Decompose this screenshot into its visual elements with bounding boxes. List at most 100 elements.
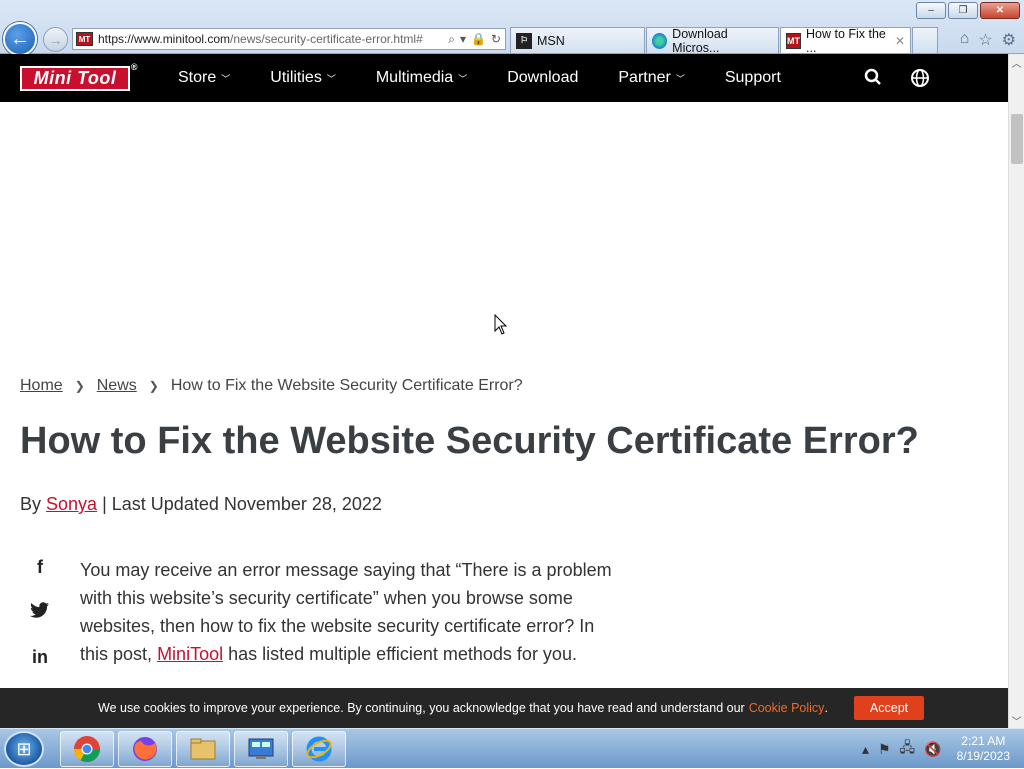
forward-arrow-icon: → — [48, 31, 63, 48]
refresh-icon[interactable]: ↻ — [491, 32, 501, 47]
address-bar[interactable]: MT https://www.minitool.com/news/securit… — [72, 28, 506, 50]
minitool-favicon-icon: MT — [76, 32, 93, 46]
menu-partner[interactable]: Partner ﹀ — [618, 69, 684, 87]
scroll-thumb[interactable] — [1011, 114, 1023, 164]
menu-label: Utilities — [270, 69, 322, 86]
last-updated: | Last Updated November 28, 2022 — [102, 494, 382, 514]
edge-icon — [652, 32, 668, 49]
tab-how-to-fix[interactable]: MT How to Fix the ... ✕ — [780, 27, 911, 55]
forward-button[interactable]: → — [43, 27, 68, 52]
cookie-policy-link[interactable]: Cookie Policy — [749, 701, 825, 715]
globe-icon[interactable] — [910, 68, 930, 93]
windows-logo-icon: ⊞ — [16, 738, 32, 759]
internet-explorer-icon — [306, 736, 332, 762]
clock-date: 8/19/2023 — [956, 749, 1010, 763]
network-icon[interactable]: 🖧 — [900, 737, 916, 761]
gear-icon[interactable]: ⚙ — [1002, 30, 1016, 50]
new-tab-button[interactable] — [912, 27, 938, 53]
search-icon[interactable] — [864, 68, 882, 93]
menu-label: Support — [724, 69, 781, 86]
firefox-icon — [133, 737, 157, 761]
intro-text-end: has listed multiple efficient methods fo… — [228, 644, 577, 664]
back-button[interactable]: ← — [3, 22, 37, 56]
twitter-icon[interactable] — [28, 602, 52, 623]
chevron-down-icon: ﹀ — [221, 73, 231, 84]
tab-label: Download Micros... — [672, 26, 728, 55]
action-center-flag-icon[interactable]: ⚑ — [878, 741, 891, 758]
chevron-right-icon: ❯ — [148, 379, 159, 393]
registered-mark: ® — [130, 62, 138, 72]
author-link[interactable]: Sonya — [46, 494, 97, 514]
chevron-down-icon: ﹀ — [675, 73, 685, 84]
menu-download[interactable]: Download — [507, 69, 578, 87]
taskbar-explorer[interactable] — [176, 731, 230, 767]
tab-close-icon[interactable]: ✕ — [895, 34, 905, 48]
tab-strip: ⚐ MSN Download Micros... MT How to Fix t… — [510, 26, 938, 55]
logo-text: Mini Tool — [33, 68, 117, 88]
dropdown-icon[interactable]: ▾ — [460, 32, 466, 47]
taskbar: ⊞ ▴ ⚑ 🖧 🔇 2:21 AM 8/19/2023 — [0, 728, 1024, 768]
facebook-icon[interactable]: f — [28, 557, 52, 578]
tab-label: MSN — [537, 33, 565, 48]
breadcrumb-news-link[interactable]: News — [97, 377, 137, 395]
minitool-icon: MT — [786, 32, 801, 49]
tab-msn[interactable]: ⚐ MSN — [510, 27, 645, 53]
cookie-banner: We use cookies to improve your experienc… — [0, 688, 1008, 728]
site-header: Mini Tool ® Store ﹀ Utilities ﹀ Multimedia… — [0, 54, 1008, 102]
menu-support[interactable]: Support — [725, 69, 781, 87]
msn-icon: ⚐ — [516, 32, 532, 49]
breadcrumb-current: How to Fix the Website Security Certific… — [170, 377, 523, 394]
menu-label: Multimedia — [375, 69, 454, 86]
menu-label: Partner — [618, 69, 671, 86]
chevron-right-icon: ❯ — [74, 379, 85, 393]
volume-muted-icon[interactable]: 🔇 — [924, 741, 941, 758]
maximize-button[interactable]: ❐ — [948, 2, 978, 19]
folder-icon — [190, 738, 216, 760]
scroll-down-icon[interactable]: ﹀ — [1009, 712, 1024, 728]
scroll-up-icon[interactable]: ︿ — [1009, 54, 1024, 70]
start-button[interactable]: ⊞ — [4, 731, 44, 767]
breadcrumb-home-link[interactable]: Home — [20, 377, 63, 395]
clock-time: 2:21 AM — [961, 734, 1006, 748]
mouse-cursor-icon — [494, 313, 508, 341]
cookie-text: We use cookies to improve your experienc… — [98, 701, 745, 715]
menu-label: Download — [507, 69, 579, 86]
breadcrumb: Home ❯ News ❯ How to Fix the Website Sec… — [20, 377, 523, 395]
minitool-link[interactable]: MiniTool — [157, 644, 223, 664]
favorites-star-icon[interactable]: ☆ — [978, 30, 992, 50]
tab-download-microsoft[interactable]: Download Micros... — [646, 26, 779, 55]
back-arrow-icon: ← — [10, 27, 30, 50]
taskbar-control-panel[interactable] — [234, 731, 288, 767]
accept-cookies-button[interactable]: Accept — [853, 696, 925, 720]
page-content: Home ❯ News ❯ How to Fix the Website Sec… — [0, 102, 1008, 688]
taskbar-internet-explorer[interactable] — [292, 731, 346, 767]
minimize-button[interactable]: – — [916, 2, 946, 19]
lock-icon[interactable]: 🔒 — [471, 32, 486, 47]
article-intro: You may receive an error message saying … — [80, 556, 625, 668]
clock[interactable]: 2:21 AM 8/19/2023 — [957, 734, 1010, 764]
menu-store[interactable]: Store ﹀ — [178, 69, 230, 87]
page-title: How to Fix the Website Security Certific… — [20, 420, 919, 462]
byline: By Sonya | Last Updated November 28, 202… — [20, 494, 382, 515]
main-menu: Store ﹀ Utilities ﹀ Multimedia ﹀ Download P… — [178, 54, 821, 102]
window-controls: – ❐ ✕ — [916, 2, 1020, 19]
menu-multimedia[interactable]: Multimedia ﹀ — [376, 69, 467, 87]
url-text[interactable]: https://www.minitool.com/news/security-c… — [98, 32, 444, 46]
vertical-scrollbar[interactable]: ︿ ﹀ — [1008, 54, 1024, 728]
show-hidden-icons-icon[interactable]: ▴ — [862, 741, 869, 758]
browser-chrome: – ❐ ✕ ← → MT https://www.minitool.com/ne… — [0, 0, 1024, 56]
menu-utilities[interactable]: Utilities ﹀ — [270, 69, 336, 87]
minitool-logo[interactable]: Mini Tool ® — [20, 62, 137, 91]
chevron-down-icon: ﹀ — [458, 73, 468, 84]
chevron-down-icon: ﹀ — [326, 73, 336, 84]
url-domain: https://www.minitool.com — [98, 32, 231, 46]
menu-label: Store — [178, 69, 217, 86]
taskbar-firefox[interactable] — [118, 731, 172, 767]
home-icon[interactable]: ⌂ — [960, 30, 970, 50]
search-icon[interactable]: ⌕ — [448, 32, 455, 47]
system-tray: ▴ ⚑ 🖧 🔇 2:21 AM 8/19/2023 — [862, 729, 1024, 769]
linkedin-icon[interactable]: in — [28, 647, 52, 668]
share-bar: f in — [28, 557, 52, 668]
close-button[interactable]: ✕ — [980, 2, 1020, 19]
taskbar-chrome[interactable] — [60, 731, 114, 767]
